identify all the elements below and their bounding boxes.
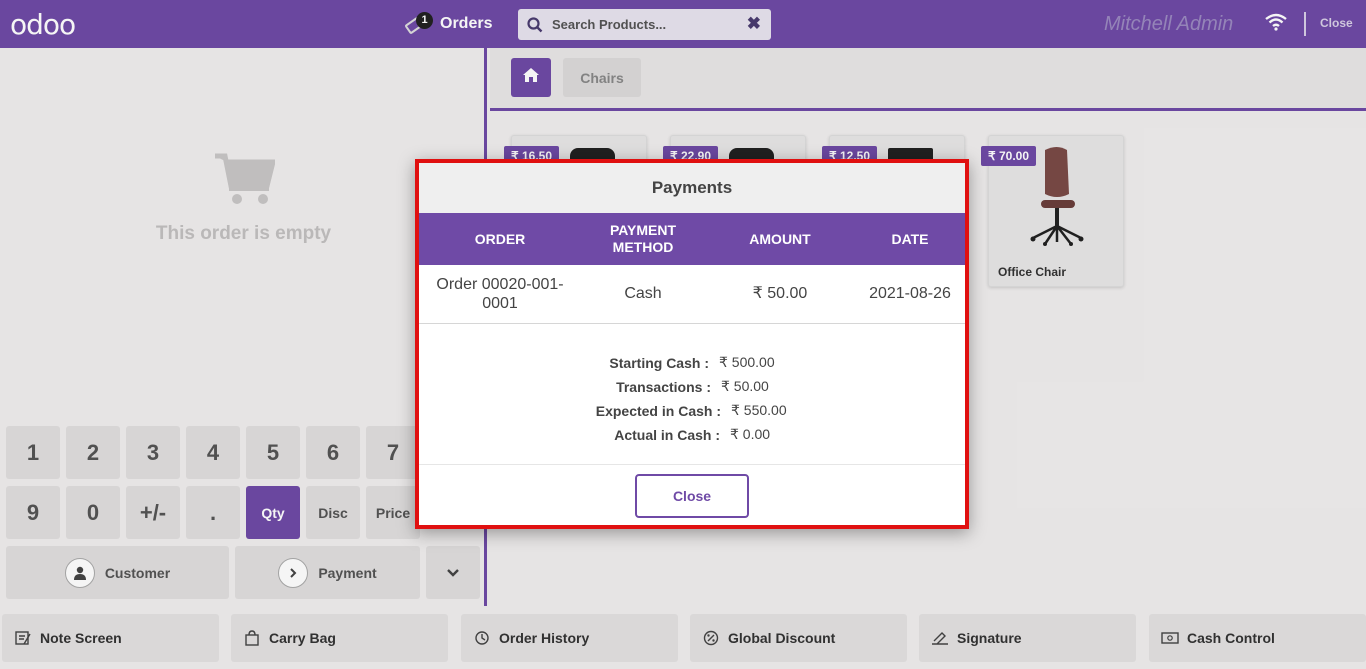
- table-row: Order 00020-001-0001 Cash ₹ 50.00 2021-0…: [419, 265, 965, 324]
- column-header-order: ORDER: [419, 213, 581, 265]
- payments-dialog: Payments ORDER PAYMENT METHOD AMOUNT DAT…: [415, 159, 969, 529]
- dialog-footer: Close: [419, 465, 965, 527]
- starting-cash-row: Starting Cash : ₹ 500.00: [419, 351, 965, 375]
- column-header-payment-method: PAYMENT METHOD: [581, 213, 705, 265]
- cash-summary: Starting Cash : ₹ 500.00 Transactions : …: [419, 324, 965, 465]
- starting-cash-label: Starting Cash :: [609, 354, 709, 371]
- column-header-date: DATE: [855, 213, 965, 265]
- transactions-label: Transactions :: [616, 378, 711, 395]
- close-dialog-button[interactable]: Close: [635, 473, 749, 518]
- payments-table: ORDER PAYMENT METHOD AMOUNT DATE Order 0…: [419, 213, 965, 324]
- starting-cash-value: ₹ 500.00: [719, 354, 775, 370]
- cell-date: 2021-08-26: [855, 265, 965, 324]
- transactions-value: ₹ 50.00: [721, 378, 769, 394]
- dialog-title: Payments: [419, 163, 965, 213]
- actual-cash-row: Actual in Cash : ₹ 0.00: [419, 423, 965, 447]
- actual-cash-label: Actual in Cash :: [614, 426, 720, 443]
- actual-cash-value: ₹ 0.00: [730, 426, 771, 442]
- transactions-row: Transactions : ₹ 50.00: [419, 375, 965, 399]
- expected-cash-label: Expected in Cash :: [595, 402, 721, 419]
- column-header-amount: AMOUNT: [705, 213, 855, 265]
- cell-payment-method: Cash: [581, 265, 705, 324]
- cell-order: Order 00020-001-0001: [419, 265, 581, 324]
- expected-cash-row: Expected in Cash : ₹ 550.00: [419, 399, 965, 423]
- cell-amount: ₹ 50.00: [705, 265, 855, 324]
- expected-cash-value: ₹ 550.00: [731, 402, 787, 418]
